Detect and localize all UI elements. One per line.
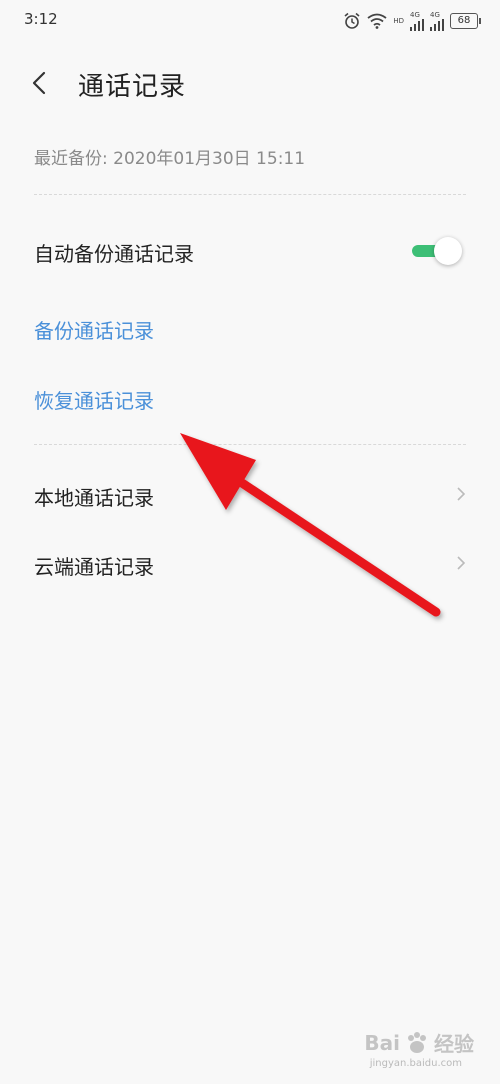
watermark-text: Bai [364,1030,400,1055]
watermark-url: jingyan.baidu.com [369,1058,462,1069]
watermark-suffix: 经验 [434,1032,474,1056]
baidu-watermark: Bai 经验 [364,1028,474,1057]
annotation-arrow-icon [180,433,441,617]
paw-icon [408,1031,426,1053]
